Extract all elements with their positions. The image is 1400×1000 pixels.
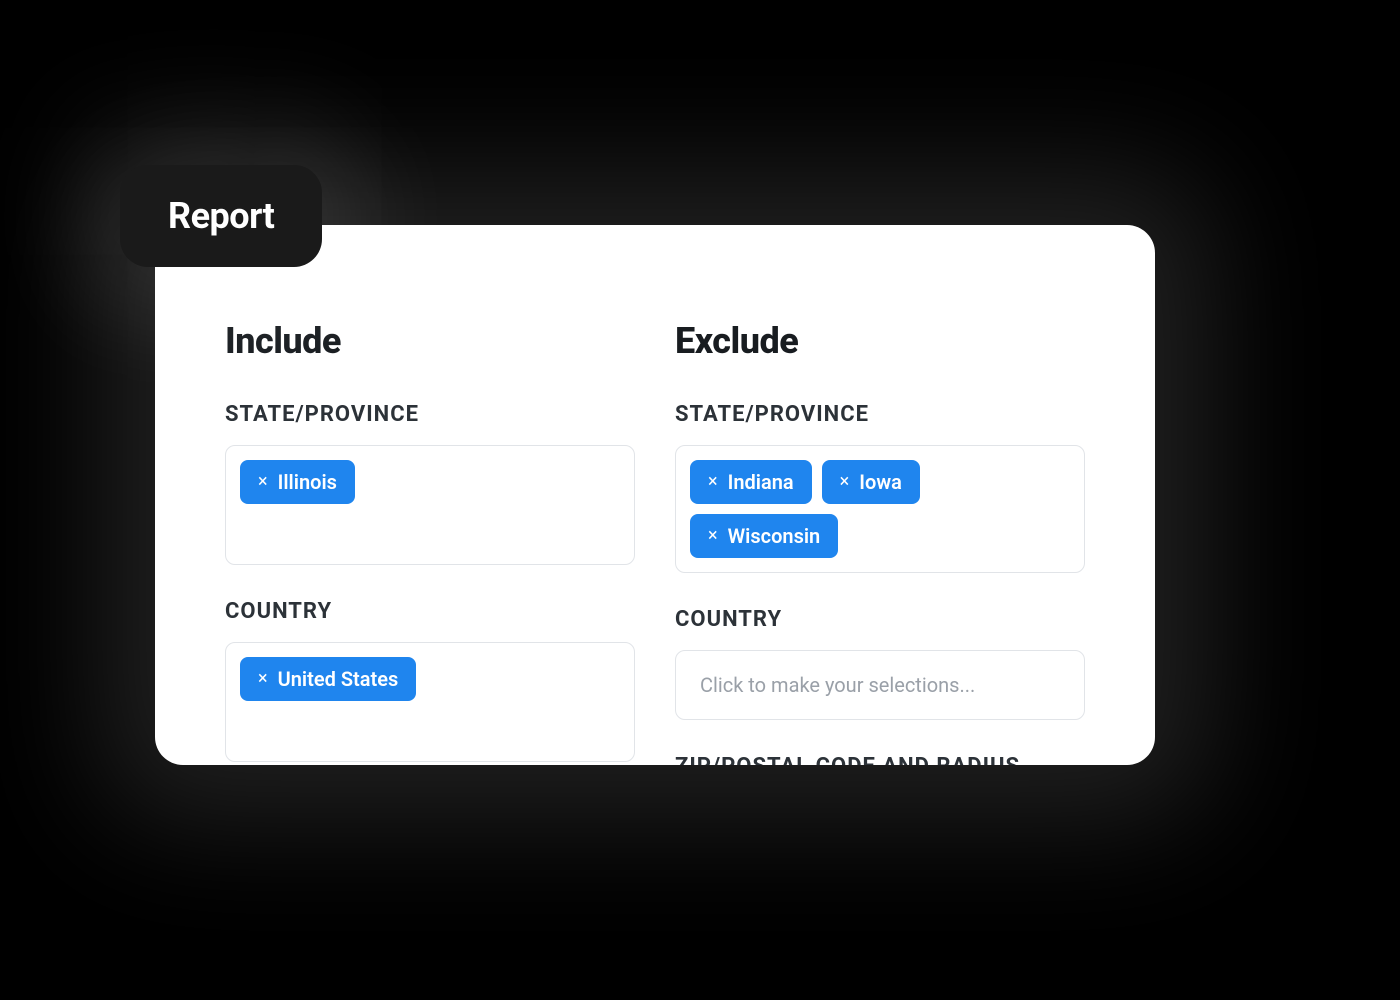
tag-label: Illinois — [278, 470, 337, 494]
tag-wisconsin[interactable]: × Wisconsin — [690, 514, 838, 558]
exclude-country-input[interactable]: Click to make your selections... — [675, 650, 1085, 720]
include-column: Include STATE/PROVINCE × Illinois COUNTR… — [225, 320, 635, 765]
exclude-column: Exclude STATE/PROVINCE × Indiana × Iowa … — [675, 320, 1085, 765]
tag-iowa[interactable]: × Iowa — [822, 460, 920, 504]
tag-united-states[interactable]: × United States — [240, 657, 416, 701]
include-country-input[interactable]: × United States — [225, 642, 635, 762]
include-heading: Include — [225, 320, 635, 362]
close-icon[interactable]: × — [840, 473, 850, 491]
columns-container: Include STATE/PROVINCE × Illinois COUNTR… — [155, 225, 1155, 765]
tag-label: Indiana — [728, 470, 794, 494]
close-icon[interactable]: × — [708, 527, 718, 545]
close-icon[interactable]: × — [258, 670, 268, 688]
tag-label: Wisconsin — [728, 524, 821, 548]
include-country-label: COUNTRY — [225, 599, 635, 624]
report-badge: Report — [120, 165, 322, 267]
tag-illinois[interactable]: × Illinois — [240, 460, 355, 504]
exclude-country-label: COUNTRY — [675, 607, 1085, 632]
exclude-state-input[interactable]: × Indiana × Iowa × Wisconsin — [675, 445, 1085, 573]
tag-indiana[interactable]: × Indiana — [690, 460, 812, 504]
close-icon[interactable]: × — [258, 473, 268, 491]
exclude-zip-label: ZIP/POSTAL CODE AND RADIUS — [675, 754, 1085, 765]
filter-card: Include STATE/PROVINCE × Illinois COUNTR… — [155, 225, 1155, 765]
include-state-label: STATE/PROVINCE — [225, 402, 635, 427]
tag-label: United States — [278, 667, 399, 691]
exclude-heading: Exclude — [675, 320, 1085, 362]
close-icon[interactable]: × — [708, 473, 718, 491]
include-state-input[interactable]: × Illinois — [225, 445, 635, 565]
exclude-state-label: STATE/PROVINCE — [675, 402, 1085, 427]
tag-label: Iowa — [859, 470, 902, 494]
